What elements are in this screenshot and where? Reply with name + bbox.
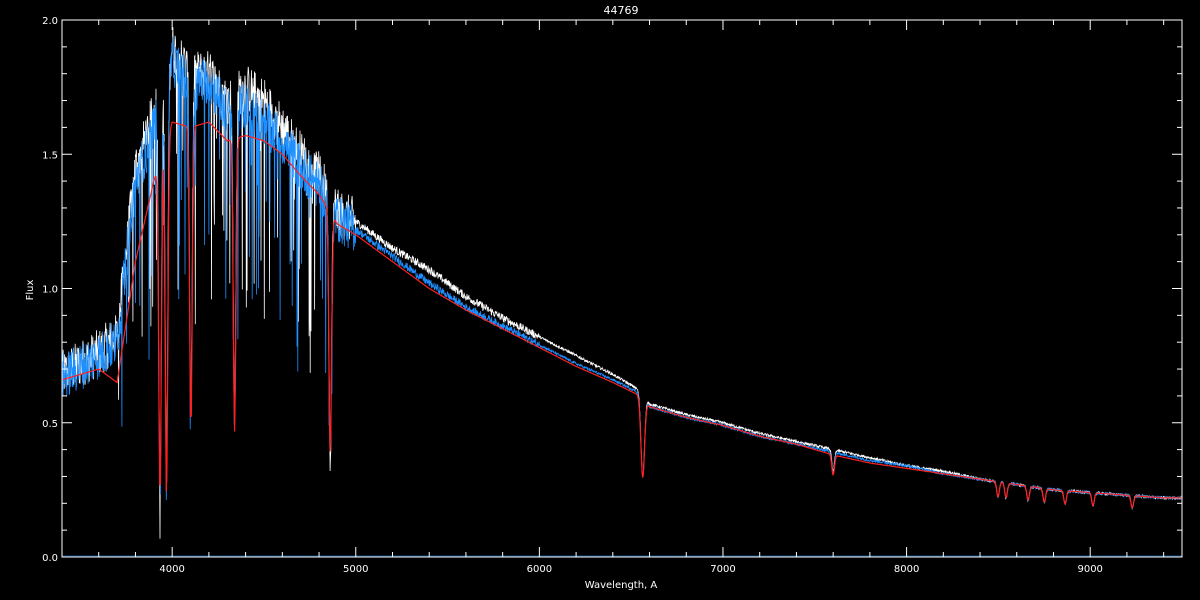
x-tick-label: 7000	[710, 564, 735, 575]
chart-title: 44769	[604, 4, 639, 17]
x-axis-label: Wavelength, A	[585, 580, 658, 591]
y-tick-label: 1.5	[42, 150, 58, 161]
x-tick-label: 9000	[1077, 564, 1102, 575]
x-tick-label: 4000	[159, 564, 184, 575]
x-tick-label: 5000	[343, 564, 368, 575]
y-tick-label: 0.5	[42, 419, 58, 430]
y-axis-label: Flux	[25, 280, 36, 301]
x-tick-label: 6000	[527, 564, 552, 575]
spectrum-chart: 44769 4000 5000 6000 7000 8000 9000 0.0 0.5 1.0…	[0, 0, 1200, 600]
y-tick-label: 0.0	[42, 553, 58, 564]
y-tick-label: 1.0	[42, 285, 58, 296]
y-tick-label: 2.0	[42, 16, 58, 27]
x-tick-label: 8000	[894, 564, 919, 575]
